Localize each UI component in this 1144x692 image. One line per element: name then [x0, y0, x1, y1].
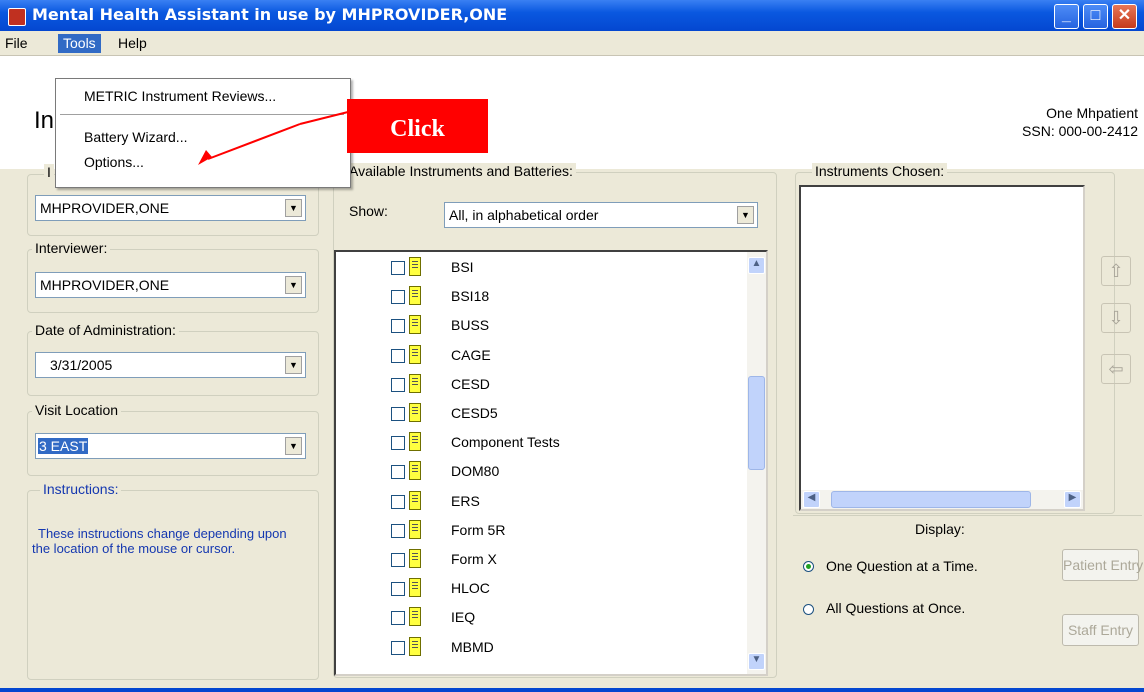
arrow-line — [207, 123, 301, 160]
arrow-line — [299, 111, 349, 125]
annotation-arrow — [198, 111, 349, 165]
